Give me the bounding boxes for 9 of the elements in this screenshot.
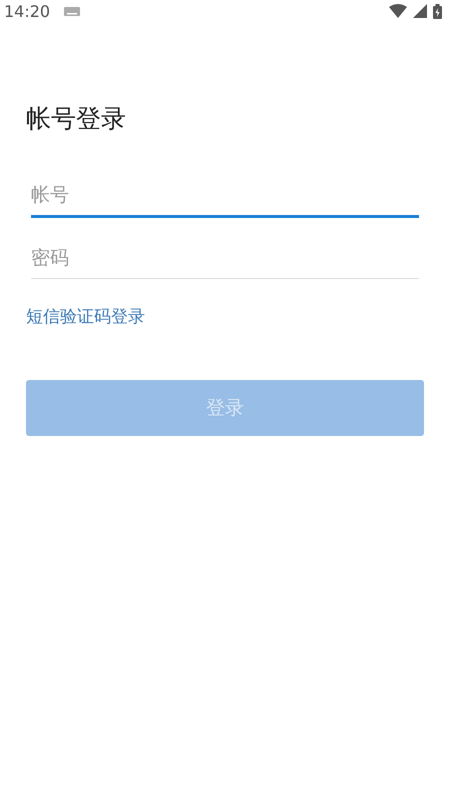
wifi-icon: [389, 4, 407, 18]
battery-icon: [433, 4, 442, 18]
password-field[interactable]: 密码: [31, 238, 419, 279]
sms-login-link[interactable]: 短信验证码登录: [26, 305, 145, 328]
account-field[interactable]: 帐号: [31, 175, 419, 218]
signal-icon: [413, 4, 427, 18]
page-title: 帐号登录: [26, 103, 127, 135]
status-time: 14:20: [4, 2, 50, 20]
keyboard-icon: [64, 6, 80, 16]
